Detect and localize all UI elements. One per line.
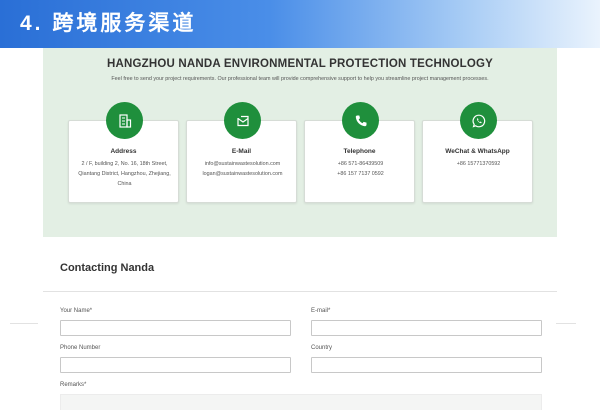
email-card: E-Mail info@sustainwastesolution.com log… [186,102,297,203]
divider [43,291,557,292]
building-icon [106,102,143,139]
intro-text: Feel free to send your project requireme… [111,76,489,82]
address-line: Qiantang District, Hangzhou, Zhejiang, [78,171,171,177]
address-line: 2 / F, building 2, No. 16, 18th Street, [81,161,168,167]
phone-label: Phone Number [60,345,101,351]
company-name: HANGZHOU NANDA ENVIRONMENTAL PROTECTION … [106,58,494,70]
divider [556,323,576,324]
remarks-label: Remarks* [60,382,87,388]
email-address-link[interactable]: logan@sustainwastesolution.com [189,169,296,179]
whatsapp-number-link[interactable]: +86 15771370592 [425,159,532,169]
divider [10,323,38,324]
address-card: Address 2 / F, building 2, No. 16, 18th … [68,102,179,203]
telephone-card: Telephone +86 571-86439509 +86 157 7137 … [304,102,415,203]
contact-panel: HANGZHOU NANDA ENVIRONMENTAL PROTECTION … [43,48,557,237]
country-label: Country [311,345,333,351]
phone-number-link[interactable]: +86 571-86439509 [307,159,414,169]
phone-number-link[interactable]: +86 157 7137 0592 [307,169,414,179]
phone-input[interactable] [60,357,291,373]
email-label: E-mail* [311,308,331,314]
banner-title: 4. 跨境服务渠道 [20,12,197,35]
email-input[interactable] [311,320,542,336]
email-address-link[interactable]: info@sustainwastesolution.com [189,159,296,169]
name-label: Your Name* [60,308,93,314]
section-banner: 4. 跨境服务渠道 [0,0,600,48]
email-title: E-Mail [231,148,252,155]
wechat-whatsapp-title: WeChat & WhatsApp [445,148,510,155]
address-title: Address [110,148,137,155]
address-line: China [117,181,132,187]
whatsapp-icon [460,102,497,139]
telephone-title: Telephone [343,148,376,155]
country-input[interactable] [311,357,542,373]
name-input[interactable] [60,320,291,336]
wechat-whatsapp-card: WeChat & WhatsApp +86 15771370592 [422,102,533,203]
remarks-textarea[interactable] [60,394,542,410]
mail-icon [224,102,261,139]
phone-icon [342,102,379,139]
form-title: Contacting Nanda [60,262,155,274]
